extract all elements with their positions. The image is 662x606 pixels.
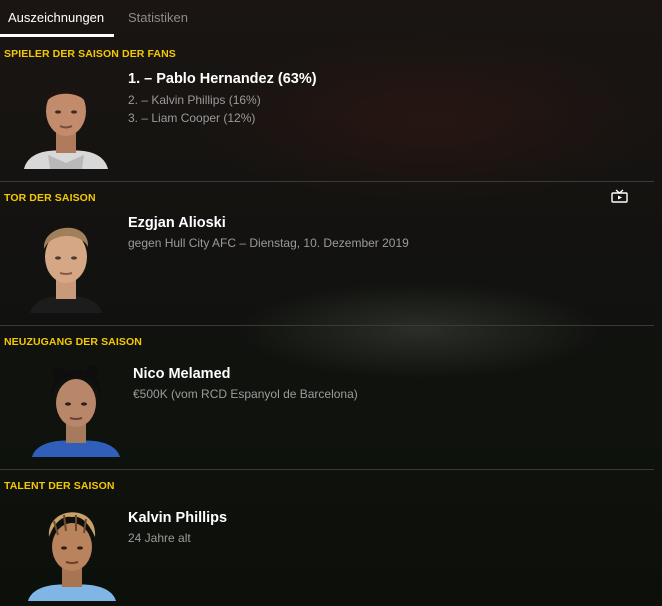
avatar-nico-melamed (28, 357, 124, 457)
tab-statistiken[interactable]: Statistiken (128, 0, 188, 36)
section-divider (0, 325, 654, 326)
section-divider (0, 469, 654, 470)
section-title: NEUZUGANG DER SAISON (4, 336, 142, 348)
transfer-details: €500K (vom RCD Espanyol de Barcelona) (133, 387, 358, 401)
section-title: TOR DER SAISON (4, 192, 96, 204)
tv-video-icon[interactable] (611, 189, 628, 203)
tab-bar: Auszeichnungen Statistiken (0, 0, 662, 38)
runner-up-3: 3. – Liam Cooper (12%) (128, 111, 256, 125)
section-divider (0, 181, 654, 182)
winner-name: Ezgjan Alioski (128, 215, 226, 231)
active-tab-indicator (0, 34, 114, 37)
player-age: 24 Jahre alt (128, 531, 191, 545)
runner-up-2: 2. – Kalvin Phillips (16%) (128, 93, 261, 107)
goal-details: gegen Hull City AFC – Dienstag, 10. Deze… (128, 236, 409, 250)
winner-name: Kalvin Phillips (128, 510, 228, 526)
section-title: TALENT DER SAISON (4, 480, 115, 492)
avatar-kalvin-phillips (24, 501, 120, 601)
winner-name: 1. – Pablo Hernandez (63%) (128, 71, 317, 87)
tab-auszeichnungen[interactable]: Auszeichnungen (8, 0, 104, 36)
avatar-pablo-hernandez (18, 69, 114, 169)
winner-name: Nico Melamed (133, 366, 231, 382)
section-title: SPIELER DER SAISON DER FANS (4, 48, 176, 60)
avatar-ezgjan-alioski (18, 213, 114, 313)
